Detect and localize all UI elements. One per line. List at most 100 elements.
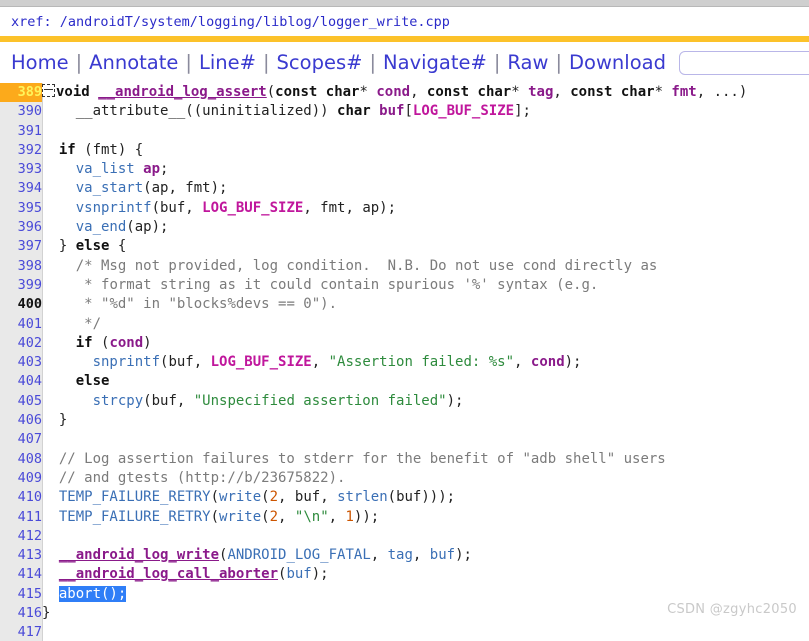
code-token-fn[interactable]: buf: [286, 566, 311, 582]
line-number-412[interactable]: 412: [0, 527, 42, 546]
code-line-row: 415 abort();: [0, 585, 747, 604]
code-token-cmt: /* Msg not provided, log condition. N.B.…: [75, 257, 658, 274]
code-token-fn[interactable]: tag: [388, 547, 413, 563]
code-line-source[interactable]: __android_log_call_aborter(buf);: [42, 565, 747, 584]
line-number-404[interactable]: 404: [0, 372, 42, 391]
code-line-source[interactable]: // and gtests (http://b/23675822).: [42, 469, 747, 488]
code-line-source[interactable]: va_list ap;: [42, 160, 747, 179]
code-token-macro[interactable]: LOG_BUF_SIZE: [211, 354, 312, 370]
line-number-411[interactable]: 411: [0, 508, 42, 527]
code-token-fn[interactable]: buf: [430, 547, 455, 563]
line-number-390[interactable]: 390: [0, 102, 42, 121]
line-number-417[interactable]: 417: [0, 623, 42, 641]
nav-link-raw[interactable]: Raw: [507, 51, 548, 74]
line-number-396[interactable]: 396: [0, 218, 42, 237]
line-number-397[interactable]: 397: [0, 237, 42, 256]
line-number-414[interactable]: 414: [0, 565, 42, 584]
code-token-var[interactable]: cond: [109, 335, 143, 351]
line-number-408[interactable]: 408: [0, 450, 42, 469]
line-number-395[interactable]: 395: [0, 199, 42, 218]
code-line-source[interactable]: * format string as it could contain spur…: [42, 276, 747, 295]
nav-link-navigate[interactable]: Navigate#: [383, 51, 487, 74]
code-token-plain: (: [92, 334, 110, 351]
code-line-source[interactable]: vsnprintf(buf, LOG_BUF_SIZE, fmt, ap);: [42, 199, 747, 218]
code-token-var[interactable]: buf: [379, 103, 404, 119]
code-token-fn[interactable]: strlen: [337, 489, 388, 505]
line-number-398[interactable]: 398: [0, 257, 42, 276]
code-line-source[interactable]: else: [42, 372, 747, 391]
code-line-source[interactable]: }: [42, 411, 747, 430]
code-token-fn[interactable]: ANDROID_LOG_FATAL: [227, 547, 370, 563]
nav-link-line-numbers[interactable]: Line#: [199, 51, 256, 74]
line-number-393[interactable]: 393: [0, 160, 42, 179]
fold-toggle-icon[interactable]: [42, 84, 55, 97]
code-token-macro[interactable]: LOG_BUF_SIZE: [202, 200, 303, 216]
code-token-fn[interactable]: vsnprintf: [76, 200, 152, 216]
code-token-fn[interactable]: strcpy: [93, 393, 144, 409]
code-line-source[interactable]: if (fmt) {: [42, 141, 747, 160]
line-number-401[interactable]: 401: [0, 315, 42, 334]
code-line-source[interactable]: }: [42, 604, 747, 623]
line-number-394[interactable]: 394: [0, 179, 42, 198]
code-line-source[interactable]: } else {: [42, 237, 747, 256]
code-token-fnb[interactable]: __android_log_assert: [98, 84, 267, 100]
line-number-410[interactable]: 410: [0, 488, 42, 507]
code-line-source[interactable]: abort();: [42, 585, 747, 604]
code-token-fn[interactable]: va_start: [76, 180, 143, 196]
code-line-source[interactable]: TEMP_FAILURE_RETRY(write(2, "\n", 1));: [42, 508, 747, 527]
code-token-id[interactable]: va_list: [76, 161, 135, 177]
code-token-fn[interactable]: va_end: [76, 219, 127, 235]
line-number-413[interactable]: 413: [0, 546, 42, 565]
search-input[interactable]: [678, 50, 809, 75]
nav-link-scopes[interactable]: Scopes#: [277, 51, 363, 74]
nav-link-home[interactable]: Home: [11, 51, 69, 74]
line-number-389[interactable]: 389: [0, 83, 42, 103]
code-line-source[interactable]: if (cond): [42, 334, 747, 353]
code-token-fn[interactable]: write: [219, 489, 261, 505]
code-line-source[interactable]: // Log assertion failures to stderr for …: [42, 450, 747, 469]
code-token-fnb[interactable]: __android_log_write: [59, 547, 219, 563]
code-line-source[interactable]: strcpy(buf, "Unspecified assertion faile…: [42, 392, 747, 411]
code-line-source[interactable]: [42, 122, 747, 141]
code-line-source[interactable]: snprintf(buf, LOG_BUF_SIZE, "Assertion f…: [42, 353, 747, 372]
code-token-var[interactable]: tag: [528, 84, 553, 100]
nav-link-annotate[interactable]: Annotate: [89, 51, 178, 74]
code-token-macro[interactable]: LOG_BUF_SIZE: [413, 103, 514, 119]
code-line-source[interactable]: [42, 623, 747, 641]
code-line-source[interactable]: [42, 430, 747, 449]
code-token-fn[interactable]: TEMP_FAILURE_RETRY: [59, 509, 211, 525]
code-token-fnb[interactable]: __android_log_call_aborter: [59, 566, 278, 582]
line-number-407[interactable]: 407: [0, 430, 42, 449]
line-number-415[interactable]: 415: [0, 585, 42, 604]
code-token-var[interactable]: fmt: [671, 84, 696, 100]
code-line-source[interactable]: va_start(ap, fmt);: [42, 179, 747, 198]
line-number-406[interactable]: 406: [0, 411, 42, 430]
line-number-402[interactable]: 402: [0, 334, 42, 353]
code-token-var[interactable]: cond: [376, 84, 410, 100]
nav-link-download[interactable]: Download: [569, 51, 666, 74]
line-number-392[interactable]: 392: [0, 141, 42, 160]
line-number-391[interactable]: 391: [0, 122, 42, 141]
line-number-400[interactable]: 400: [0, 295, 42, 314]
code-line-source[interactable]: void __android_log_assert(const char* co…: [42, 83, 747, 102]
code-line-source[interactable]: va_end(ap);: [42, 218, 747, 237]
code-token-plain: [: [404, 103, 413, 120]
code-line-source[interactable]: * "%d" in "blocks%devs == 0").: [42, 295, 747, 314]
line-number-399[interactable]: 399: [0, 276, 42, 295]
code-line-source[interactable]: __attribute__((uninitialized)) char buf[…: [42, 102, 747, 121]
code-line-source[interactable]: __android_log_write(ANDROID_LOG_FATAL, t…: [42, 546, 747, 565]
line-number-405[interactable]: 405: [0, 392, 42, 411]
code-token-fn[interactable]: TEMP_FAILURE_RETRY: [59, 489, 211, 505]
line-number-403[interactable]: 403: [0, 353, 42, 372]
line-number-409[interactable]: 409: [0, 469, 42, 488]
code-line-source[interactable]: */: [42, 315, 747, 334]
code-line-source[interactable]: TEMP_FAILURE_RETRY(write(2, buf, strlen(…: [42, 488, 747, 507]
code-token-fn[interactable]: snprintf: [93, 354, 160, 370]
line-number-416[interactable]: 416: [0, 604, 42, 623]
code-line-row: 405 strcpy(buf, "Unspecified assertion f…: [0, 392, 747, 411]
code-line-source[interactable]: /* Msg not provided, log condition. N.B.…: [42, 257, 747, 276]
code-token-var[interactable]: ap: [143, 161, 160, 177]
code-token-var[interactable]: cond: [531, 354, 565, 370]
code-token-fn[interactable]: write: [219, 509, 261, 525]
code-line-source[interactable]: [42, 527, 747, 546]
